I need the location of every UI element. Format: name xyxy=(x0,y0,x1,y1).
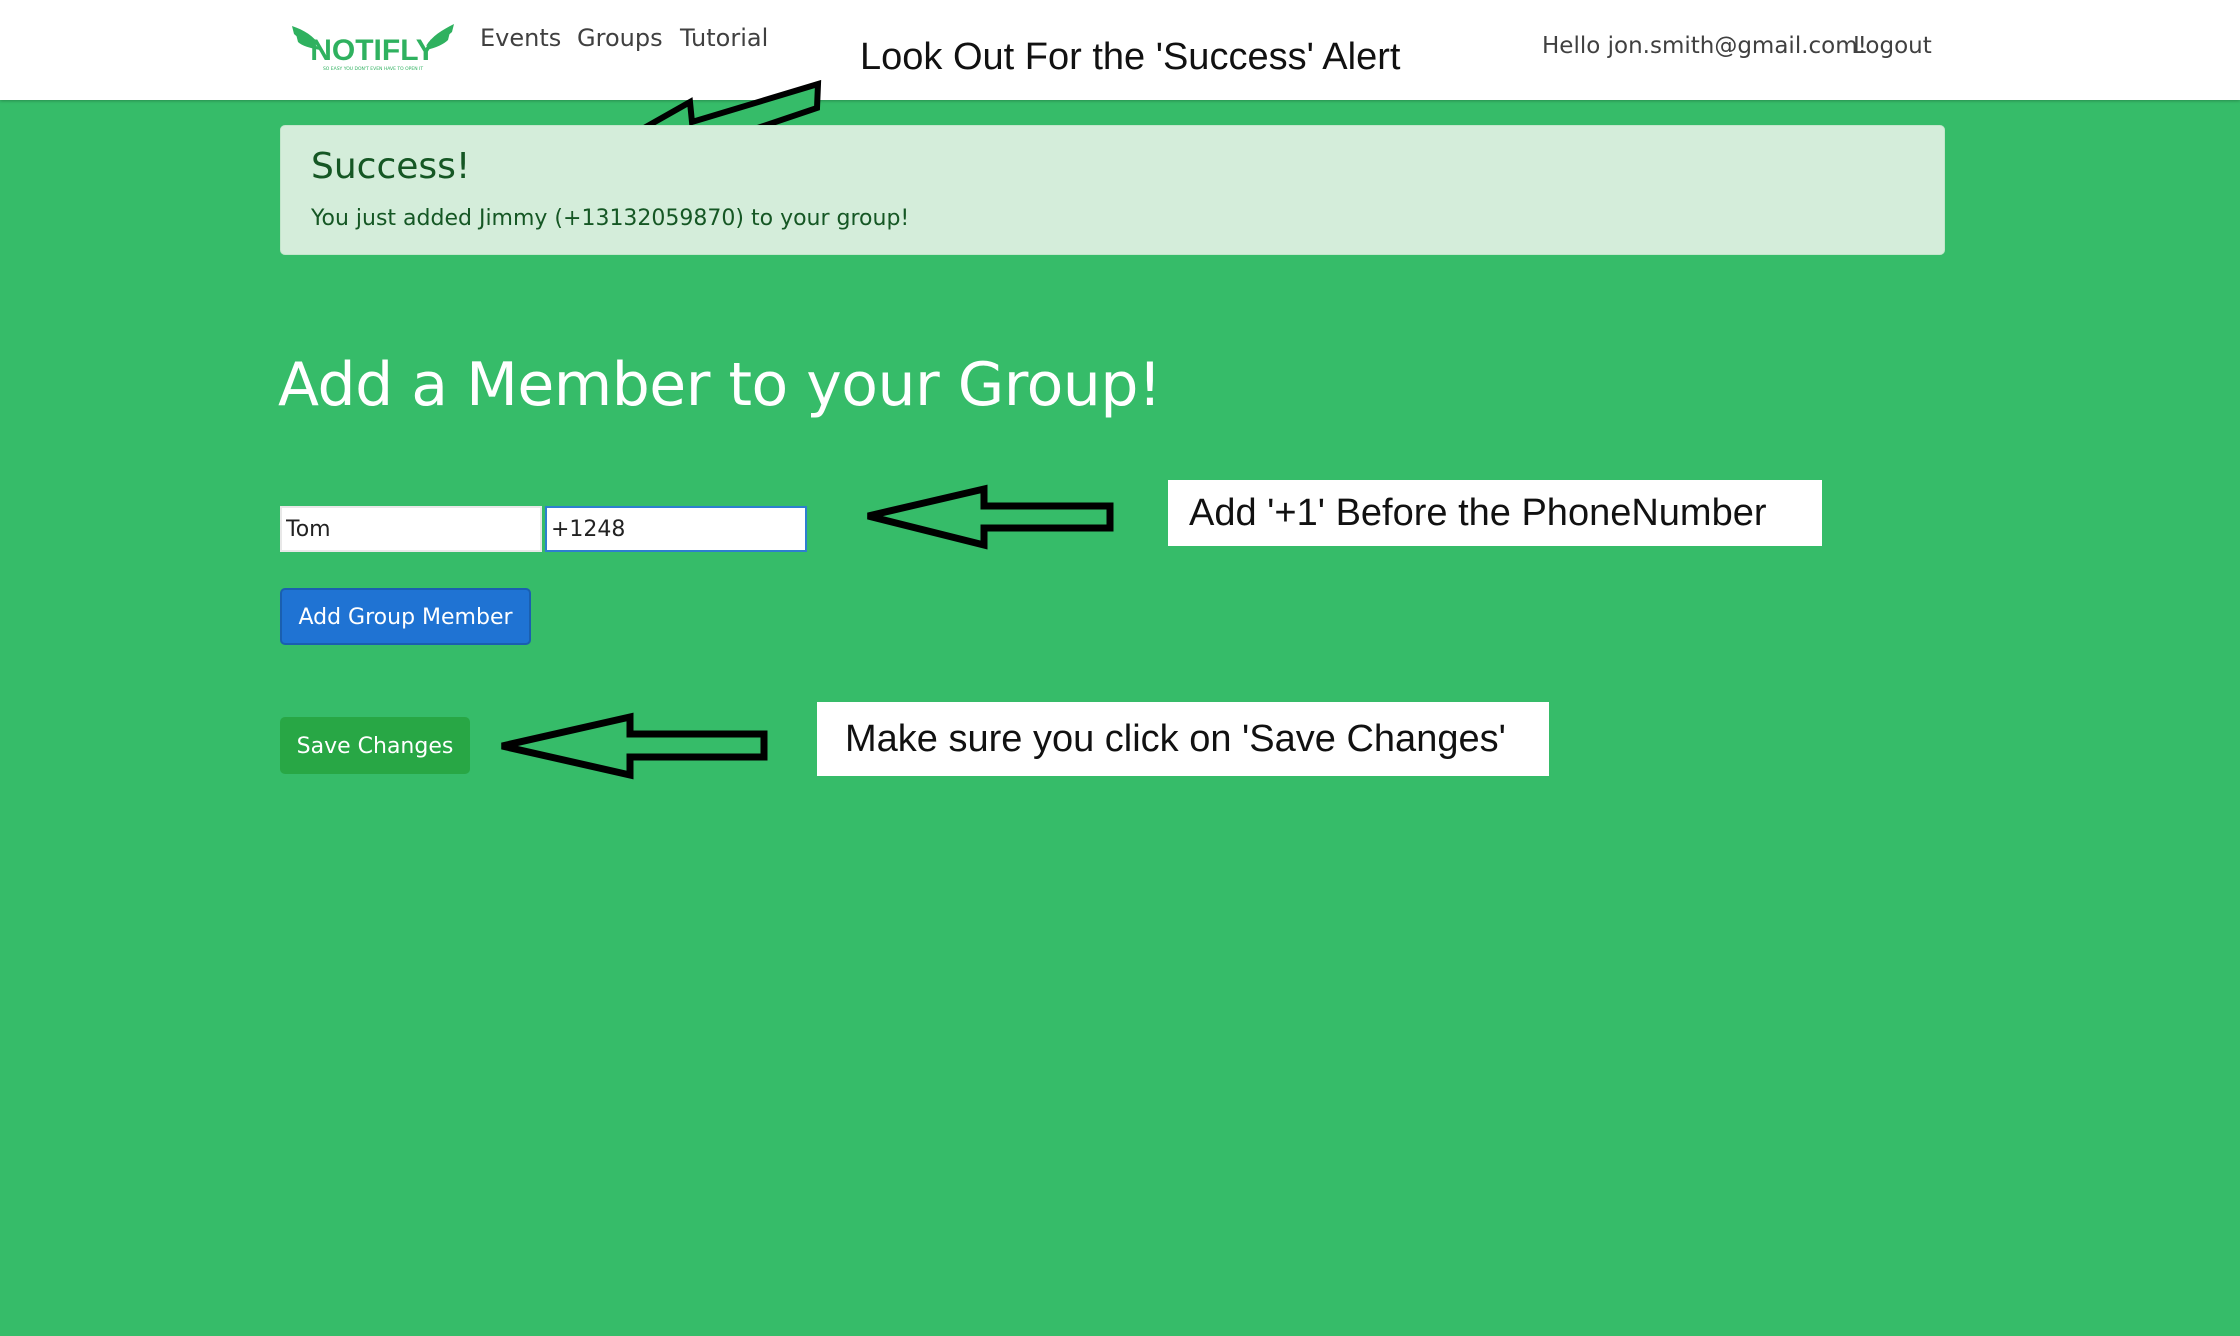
nav-tutorial[interactable]: Tutorial xyxy=(680,24,768,52)
notifly-logo[interactable]: NOTIFLY SO EASY YOU DON'T EVEN HAVE TO O… xyxy=(290,20,456,74)
logout-link[interactable]: Logout xyxy=(1853,33,1932,59)
navbar: NOTIFLY SO EASY YOU DON'T EVEN HAVE TO O… xyxy=(0,0,2240,100)
page-title: Add a Member to your Group! xyxy=(278,350,1162,420)
save-changes-button[interactable]: Save Changes xyxy=(280,717,470,774)
brand-tagline: SO EASY YOU DON'T EVEN HAVE TO OPEN IT xyxy=(323,66,423,72)
member-name-input[interactable] xyxy=(280,506,542,552)
alert-heading: Success! xyxy=(311,146,471,187)
member-phone-input[interactable] xyxy=(545,506,807,552)
user-greeting: Hello jon.smith@gmail.com! xyxy=(1542,33,1867,59)
annotation-save-changes: Make sure you click on 'Save Changes' xyxy=(817,702,1549,776)
nav-events[interactable]: Events xyxy=(480,24,561,52)
nav-groups[interactable]: Groups xyxy=(577,24,663,52)
annotation-success-alert: Look Out For the 'Success' Alert xyxy=(860,36,1401,78)
add-group-member-button[interactable]: Add Group Member xyxy=(280,588,531,645)
alert-message: You just added Jimmy (+13132059870) to y… xyxy=(311,206,910,231)
annotation-phone-prefix: Add '+1' Before the PhoneNumber xyxy=(1168,480,1822,546)
arrow-left-icon xyxy=(501,712,768,780)
success-alert: Success! You just added Jimmy (+13132059… xyxy=(280,125,1945,255)
arrow-left-icon xyxy=(867,484,1114,550)
brand-name: NOTIFLY xyxy=(310,34,436,67)
wings-icon: NOTIFLY SO EASY YOU DON'T EVEN HAVE TO O… xyxy=(292,24,454,72)
